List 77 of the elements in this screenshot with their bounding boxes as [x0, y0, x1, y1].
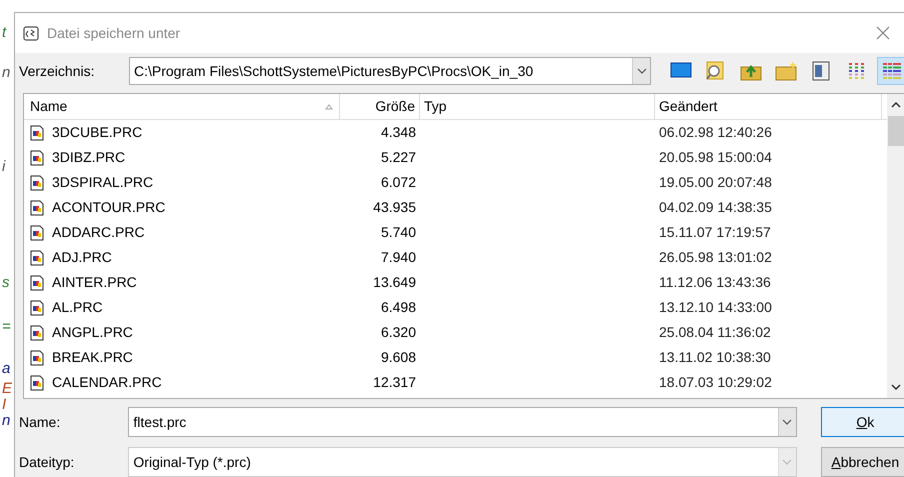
size-cell-text: 5.227	[380, 148, 417, 167]
size-cell-text: 6.072	[380, 173, 417, 192]
editor-text: s	[2, 274, 10, 292]
file-icon	[30, 274, 44, 290]
type-column-header[interactable]: Typ	[420, 94, 655, 119]
scroll-up-icon	[891, 102, 901, 108]
file-name-cell[interactable]: AINTER.PRC	[24, 272, 340, 293]
editor-text: t	[2, 24, 6, 42]
size-cell-text: 9.608	[380, 348, 417, 367]
file-icon	[30, 300, 44, 316]
name-label: Name:	[19, 412, 62, 432]
modified-cell-text: 18.07.03 10:29:02	[658, 373, 773, 392]
size-cell-text: 7.940	[380, 248, 417, 267]
scroll-down-icon	[891, 384, 901, 390]
details-view-button[interactable]	[877, 57, 904, 85]
file-icon	[30, 374, 44, 390]
modified-cell-text: 04.02.09 14:38:35	[658, 198, 773, 217]
file-icon	[30, 224, 44, 240]
modified-cell-text: 20.05.98 15:00:04	[658, 148, 773, 167]
file-name-cell[interactable]: ANGPL.PRC	[24, 322, 340, 343]
file-name-cell[interactable]: AL.PRC	[24, 297, 340, 318]
modified-cell-text: 15.11.07 17:19:57	[658, 223, 772, 242]
file-name-cell[interactable]: 3DSPIRAL.PRC	[24, 172, 340, 193]
editor-text: E	[2, 380, 12, 398]
file-icon	[30, 250, 44, 266]
size-cell-text: 5.740	[380, 223, 417, 242]
modified-cell-text: 26.05.98 13:01:02	[658, 248, 773, 267]
file-name-cell[interactable]: ADDARC.PRC	[24, 222, 340, 243]
close-icon	[876, 26, 890, 40]
directory-label: Verzeichnis:	[19, 62, 96, 80]
size-cell-text: 12.317	[372, 373, 417, 392]
modified-column-header[interactable]: Geändert	[655, 94, 882, 119]
modified-cell-text: 11.12.06 13:43:36	[658, 273, 772, 292]
file-name-cell[interactable]: CALENDAR.PRC	[24, 372, 340, 393]
editor-text: n	[2, 64, 10, 82]
caret-icon	[636, 68, 646, 74]
file-name-cell[interactable]: ADJ.PRC	[24, 247, 340, 268]
size-cell-text: 4.348	[380, 123, 417, 142]
app-icon	[23, 25, 39, 41]
editor-text: i	[2, 158, 6, 176]
ok-button[interactable]: Ok	[820, 407, 904, 437]
size-cell-text: 13.649	[372, 273, 417, 292]
modified-cell-text: 13.12.10 14:33:00	[658, 298, 773, 317]
file-icon	[30, 200, 44, 216]
file-icon	[30, 174, 44, 190]
window-title: Datei speichern unter	[47, 24, 180, 43]
scrollbar[interactable]	[887, 94, 904, 398]
file-icon	[30, 350, 44, 366]
cancel-button[interactable]: Abbrechen	[820, 447, 904, 477]
file-icon	[30, 124, 44, 140]
sort-icon	[325, 104, 333, 110]
name-column-header[interactable]: Name	[24, 94, 340, 119]
editor-text: n	[2, 412, 10, 430]
editor-text: I	[2, 396, 6, 414]
size-cell-text: 6.320	[380, 323, 417, 342]
name-field[interactable]: fltest.prc	[128, 407, 797, 437]
modified-cell-text: 25.08.04 11:36:02	[658, 323, 772, 342]
folder-star-icon	[774, 59, 798, 83]
size-column-header[interactable]: Größe	[340, 94, 420, 119]
file-name-cell[interactable]: 3DCUBE.PRC	[24, 122, 340, 143]
caret-icon	[782, 419, 792, 425]
editor-text: a	[2, 360, 10, 378]
file-name-cell[interactable]: 3DIBZ.PRC	[24, 147, 340, 168]
file-icon	[30, 324, 44, 340]
file-icon	[30, 150, 44, 166]
editor-text: =	[2, 318, 11, 336]
file-name-cell[interactable]: BREAK.PRC	[24, 347, 340, 368]
caret-icon	[782, 459, 792, 465]
size-cell-text: 6.498	[380, 298, 417, 317]
file-type-label: Dateityp:	[19, 452, 76, 472]
directory-combo[interactable]: C:\Program Files\SchottSysteme\PicturesByPC\Procs\OK_in_30	[129, 57, 651, 85]
file-name-cell[interactable]: ACONTOUR.PRC	[24, 197, 340, 218]
modified-cell-text: 13.11.02 10:38:30	[658, 348, 772, 367]
modified-cell-text: 19.05.00 20:07:48	[658, 173, 773, 192]
modified-cell-text: 06.02.98 12:40:26	[658, 123, 773, 142]
size-cell-text: 43.935	[372, 198, 417, 217]
scroll-thumb[interactable]	[888, 116, 904, 146]
